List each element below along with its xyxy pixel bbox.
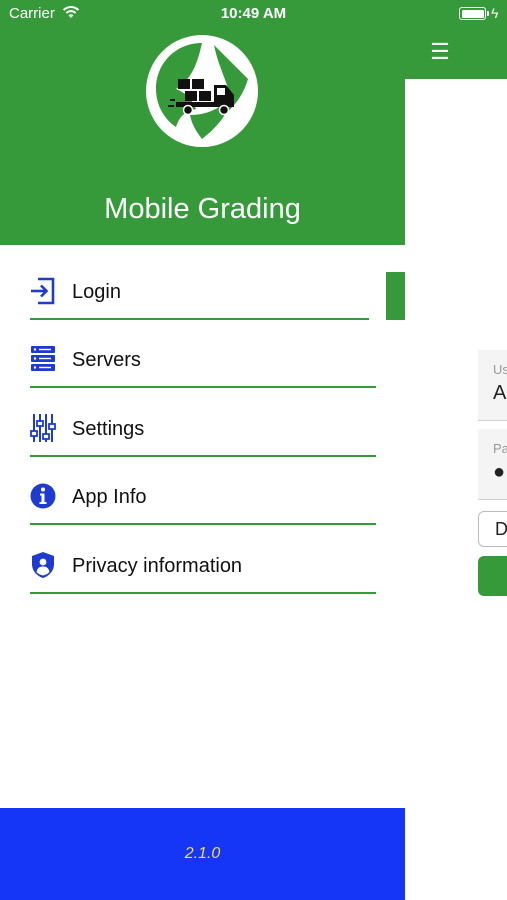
password-label: Pa <box>493 441 507 456</box>
menu-item-label: Login <box>72 281 121 303</box>
menu-item-app-info[interactable]: App Info <box>30 457 376 525</box>
info-icon <box>30 483 56 509</box>
menu-item-label: Servers <box>72 349 141 371</box>
domain-select[interactable]: D <box>478 511 507 547</box>
menu-item-login[interactable]: Login <box>30 252 369 320</box>
navigation-drawer: Mobile Grading Login Servers Settings Ap… <box>0 0 405 900</box>
charging-bolt-icon: ϟ <box>491 5 499 21</box>
menu-item-label: App Info <box>72 486 147 508</box>
app-version: 2.1.0 <box>184 845 221 862</box>
shield-user-icon <box>32 552 54 578</box>
battery-icon <box>459 7 489 20</box>
menu-item-privacy-information[interactable]: Privacy information <box>30 526 376 594</box>
status-time: 10:49 AM <box>220 5 287 22</box>
hamburger-menu-icon[interactable]: ☰ <box>430 41 450 63</box>
menu-item-servers[interactable]: Servers <box>30 320 376 388</box>
menu-item-settings[interactable]: Settings <box>30 389 376 457</box>
drawer-header: Mobile Grading <box>0 0 405 245</box>
login-form: Us A Pa ● D <box>476 350 507 610</box>
sliders-icon <box>30 414 56 442</box>
delivery-truck-logo <box>146 35 258 147</box>
active-item-indicator <box>386 272 405 320</box>
username-value: A <box>493 382 507 404</box>
login-icon <box>31 277 55 305</box>
login-submit-button[interactable] <box>478 556 507 596</box>
username-field[interactable]: Us A <box>478 350 507 421</box>
app-title: Mobile Grading <box>104 193 301 225</box>
password-field[interactable]: Pa ● <box>478 429 507 500</box>
password-value: ● <box>493 461 506 483</box>
menu-item-label: Privacy information <box>72 555 243 577</box>
menu-item-label: Settings <box>72 418 145 440</box>
username-label: Us <box>493 362 507 377</box>
domain-value: D <box>495 519 507 539</box>
servers-icon <box>31 346 55 371</box>
drawer-footer: 2.1.0 <box>0 808 405 900</box>
status-bar: Carrier 10:49 AM ϟ <box>0 0 507 28</box>
